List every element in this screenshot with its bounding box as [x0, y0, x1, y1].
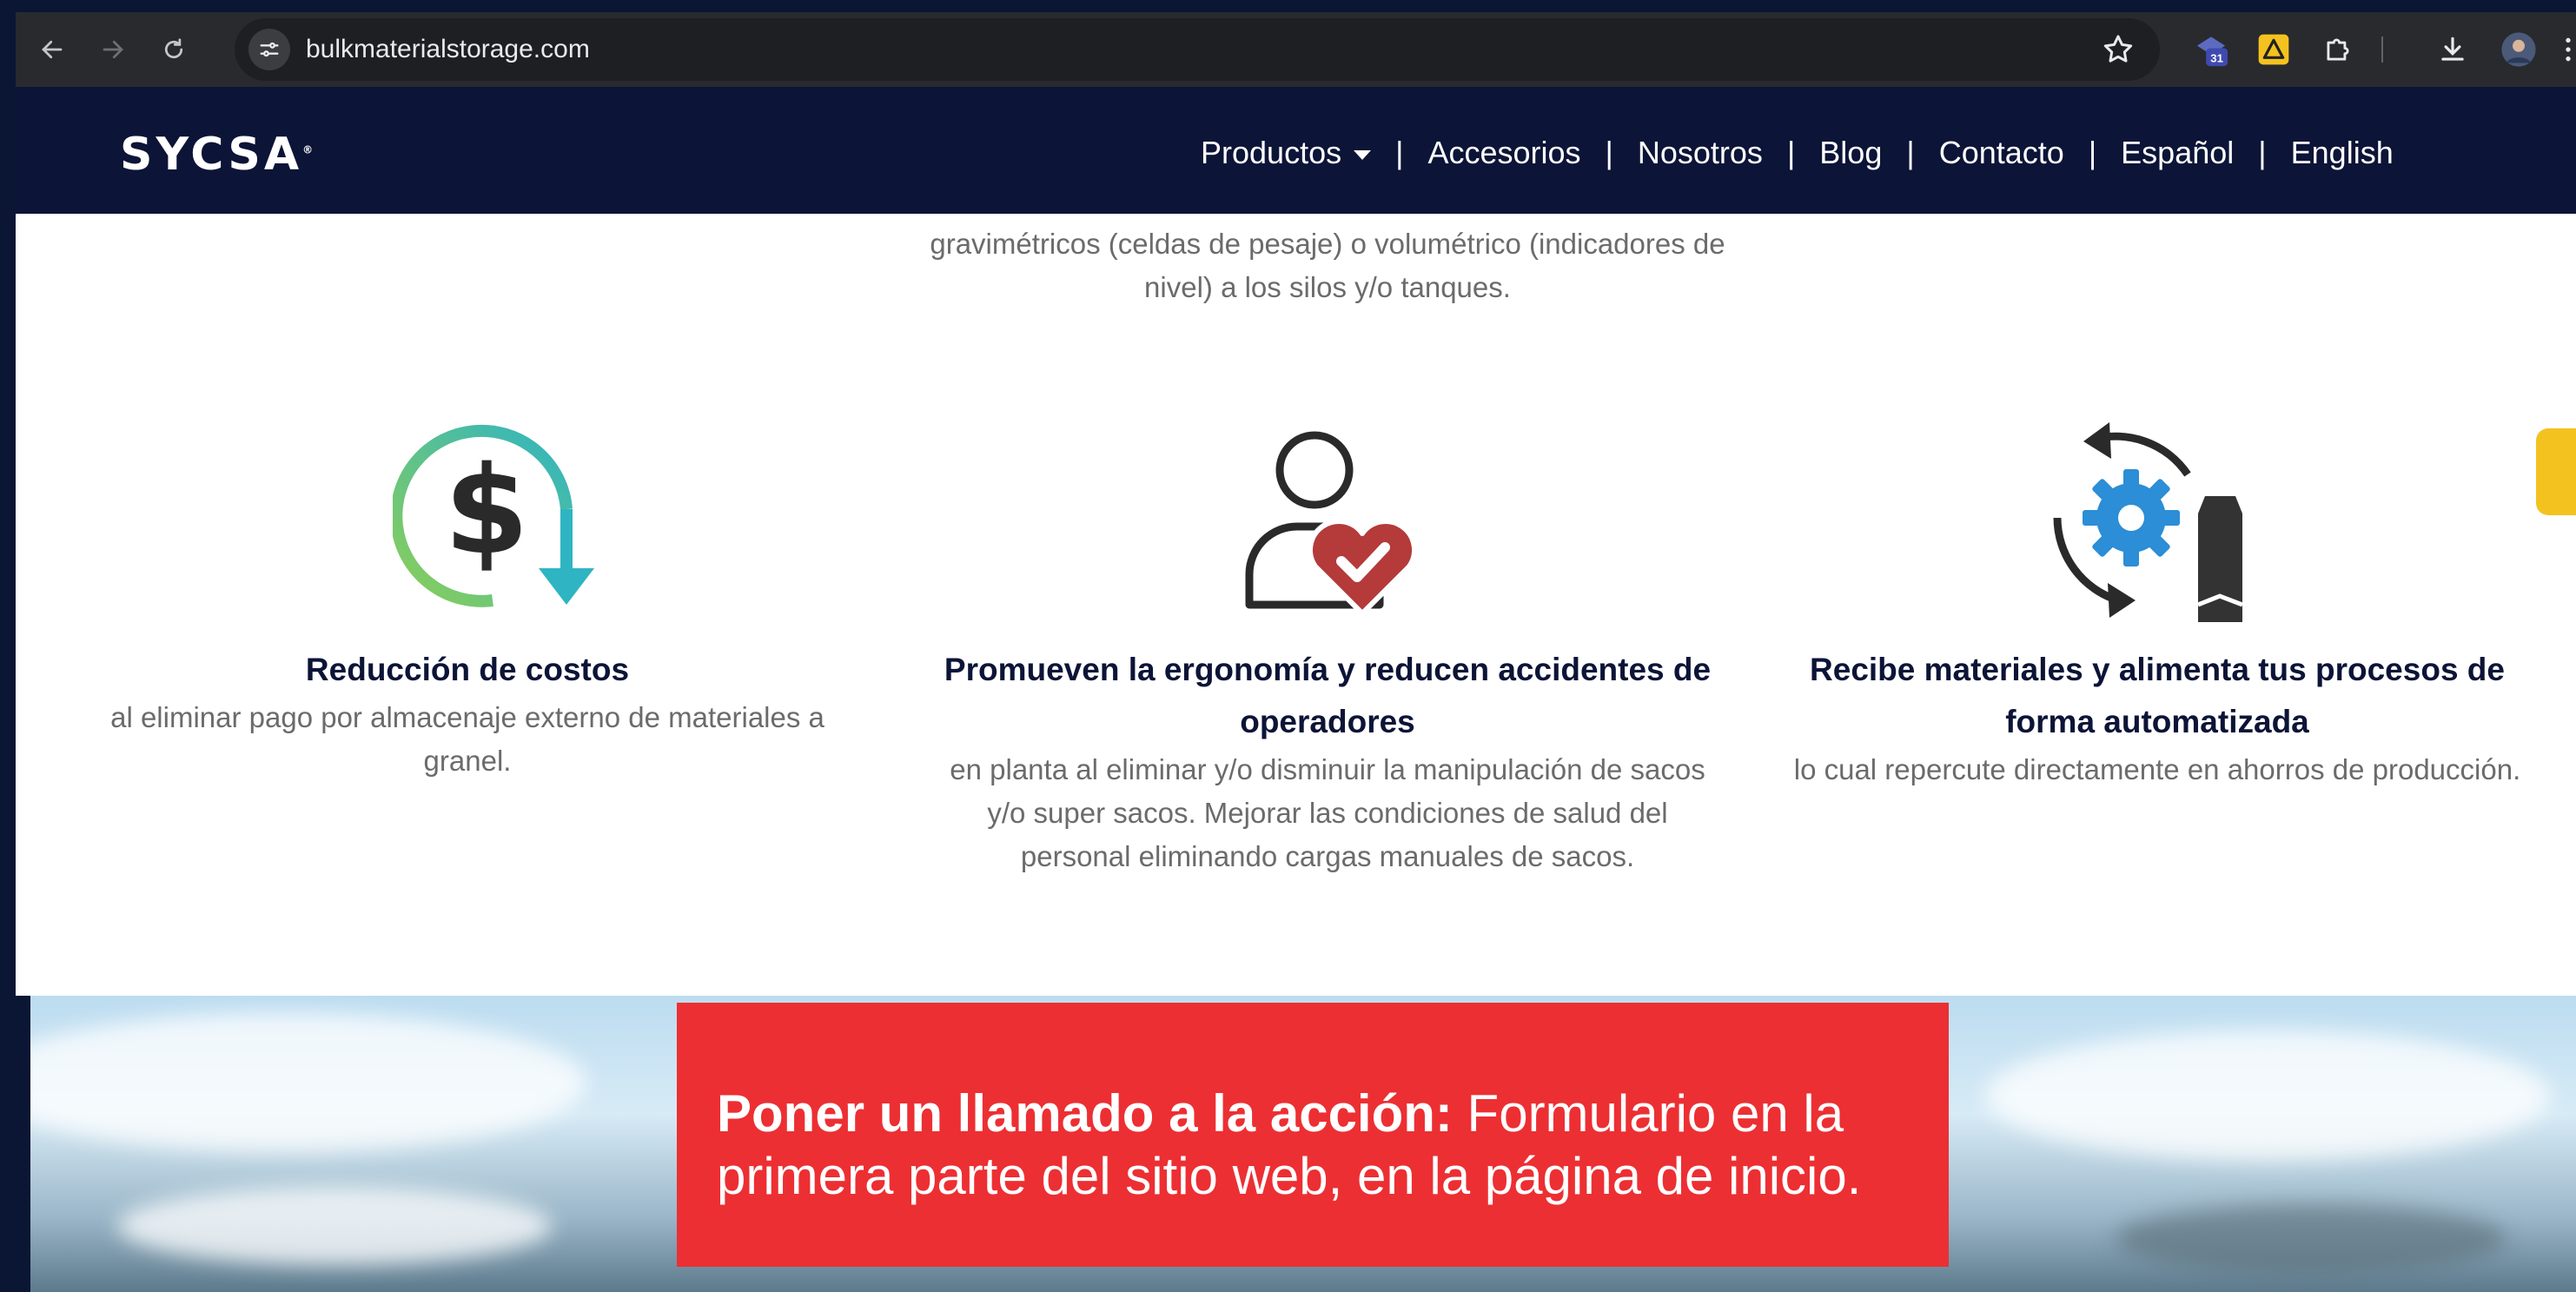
hero-banner: Poner un llamado a la acción: Formulario…	[30, 996, 2576, 1292]
cta-box[interactable]: Poner un llamado a la acción: Formulario…	[677, 1003, 1949, 1267]
nav-contacto[interactable]: Contacto	[1927, 135, 2076, 171]
nav-english[interactable]: English	[2279, 135, 2406, 171]
nav-separator: |	[1605, 135, 1613, 170]
forward-button[interactable]	[89, 25, 137, 74]
gear-silo-automation-icon	[2053, 422, 2243, 622]
arrow-left-icon	[42, 40, 63, 59]
site-logo[interactable]: SYCSA®	[120, 129, 316, 181]
caret-down-icon	[1354, 149, 1372, 160]
reload-icon	[164, 38, 183, 59]
feature-description: granel.	[423, 745, 512, 777]
address-bar[interactable]: bulkmaterialstorage.com	[235, 18, 2160, 81]
feature-description: personal eliminando cargas manuales de s…	[1020, 840, 1635, 872]
nav-productos[interactable]: Productos	[1189, 135, 1383, 171]
logo-text: SYCSA	[120, 129, 303, 181]
nav-productos-label: Productos	[1201, 135, 1342, 170]
feature-description: en planta al eliminar y/o disminuir la m…	[950, 753, 1705, 785]
reload-button[interactable]	[149, 25, 198, 74]
cta-bold-text: Poner un llamado a la acción:	[717, 1084, 1453, 1143]
page-content: gravimétricos (celdas de pesaje) o volum…	[16, 214, 2576, 996]
nav-separator: |	[2258, 135, 2267, 170]
intro-line: nivel) a los silos y/o tanques.	[1144, 271, 1511, 303]
feature-title: Promueven la ergonomía y reducen acciden…	[944, 652, 1712, 687]
svg-text:$: $	[444, 441, 528, 582]
intro-paragraph: gravimétricos (celdas de pesaje) o volum…	[876, 222, 1779, 309]
back-button[interactable]	[28, 25, 76, 74]
toolbar-divider	[2381, 30, 2384, 70]
window-frame	[0, 0, 16, 1292]
arrow-right-icon	[103, 40, 123, 59]
nav-separator: |	[2088, 135, 2097, 170]
calendar-badge: 31	[2210, 52, 2223, 65]
nav-blog[interactable]: Blog	[1807, 135, 1894, 171]
feature-description: al eliminar pago por almacenaje externo …	[110, 701, 824, 733]
intro-line: gravimétricos (celdas de pesaje) o volum…	[930, 228, 1725, 260]
tune-icon	[260, 42, 279, 57]
main-navigation: Productos | Accesorios | Nosotros | Blog…	[1189, 135, 2406, 171]
site-header: SYCSA® Productos | Accesorios | Nosotros…	[16, 87, 2576, 214]
cloud	[30, 1013, 586, 1152]
profile-avatar[interactable]	[2499, 30, 2539, 70]
feature-title: operadores	[1240, 704, 1415, 739]
nav-separator: |	[1395, 135, 1404, 170]
site-info-button[interactable]	[248, 29, 290, 70]
url-text: bulkmaterialstorage.com	[306, 35, 590, 63]
cloud	[117, 1187, 552, 1265]
feature-title: forma automatizada	[2005, 704, 2309, 739]
feature-description: y/o super sacos. Mejorar las condiciones…	[987, 797, 1668, 829]
person-heart-check-icon	[1245, 431, 1417, 616]
nav-accesorios[interactable]: Accesorios	[1415, 135, 1593, 171]
downloads-icon[interactable]	[2433, 30, 2473, 70]
browser-menu-icon[interactable]	[2559, 30, 2576, 70]
feature-title: Reducción de costos	[305, 652, 630, 687]
feature-description: lo cual repercute directamente en ahorro…	[1793, 753, 2521, 785]
help-widget-tab[interactable]	[2536, 428, 2576, 515]
calendar-extension-icon[interactable]: 31	[2191, 30, 2231, 70]
browser-toolbar: bulkmaterialstorage.com 31	[16, 12, 2576, 87]
cloud	[1985, 1030, 2550, 1161]
registered-mark: ®	[302, 143, 317, 156]
cta-text: Poner un llamado a la acción: Formulario…	[717, 1083, 1933, 1208]
feature-title: Recibe materiales y alimenta tus proceso…	[1810, 652, 2505, 687]
nav-separator: |	[1906, 135, 1915, 170]
warning-extension-icon[interactable]	[2254, 30, 2294, 70]
dollar-cost-reduction-icon: $	[393, 424, 594, 607]
nav-separator: |	[1786, 135, 1796, 170]
nav-espanol[interactable]: Español	[2109, 135, 2246, 171]
bookmark-star-icon[interactable]	[2101, 32, 2136, 67]
extensions-puzzle-icon[interactable]	[2318, 30, 2358, 70]
nav-nosotros[interactable]: Nosotros	[1626, 135, 1775, 171]
mountain	[2116, 1204, 2506, 1274]
